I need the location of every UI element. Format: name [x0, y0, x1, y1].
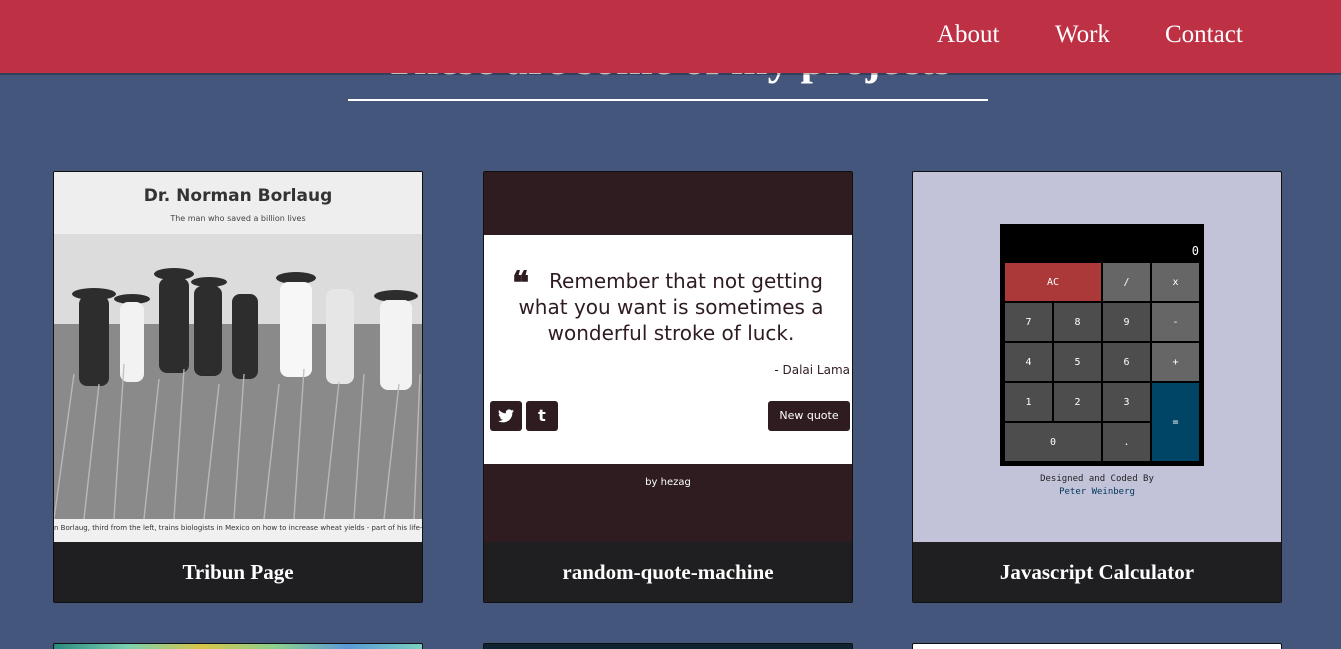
calc-key-9: 9: [1102, 302, 1151, 342]
calc-key-8: 8: [1053, 302, 1102, 342]
calc-key-decimal: .: [1102, 422, 1151, 462]
quote-author: - Dalai Lama: [774, 363, 850, 377]
project-tile-next-2[interactable]: [483, 643, 853, 649]
field-photo-image: [54, 234, 422, 519]
calc-key-add: +: [1151, 342, 1200, 382]
calc-key-equals: =: [1151, 382, 1200, 462]
thumb-title: Dr. Norman Borlaug: [143, 186, 333, 206]
quote-box: ❝ Remember that not getting what you wan…: [484, 235, 852, 464]
twitter-icon: [498, 409, 514, 423]
calc-key-0: 0: [1004, 422, 1102, 462]
project-title: Tribun Page: [54, 542, 422, 602]
thumb-caption: n Borlaug, third from the left, trains b…: [54, 524, 422, 532]
top-navbar: About Work Contact: [0, 0, 1341, 73]
calculator-credit: Designed and Coded By Peter Weinberg: [913, 473, 1281, 499]
project-tile-quote-machine[interactable]: ❝ Remember that not getting what you wan…: [483, 171, 853, 603]
calc-key-4: 4: [1004, 342, 1053, 382]
calc-key-subtract: -: [1151, 302, 1200, 342]
calc-key-1: 1: [1004, 382, 1053, 422]
project-tile-next-1[interactable]: [53, 643, 423, 649]
calc-key-2: 2: [1053, 382, 1102, 422]
calc-key-multiply: x: [1151, 262, 1200, 302]
calc-key-clear: AC: [1004, 262, 1102, 302]
thumb-byline: by hezag: [645, 477, 691, 488]
calc-key-divide: /: [1102, 262, 1151, 302]
credit-author: Peter Weinberg: [1059, 487, 1135, 497]
thumb-header: Dr. Norman Borlaug The man who saved a b…: [54, 172, 422, 234]
project-thumbnail: ❝ Remember that not getting what you wan…: [484, 172, 852, 542]
tumblr-icon: t: [538, 406, 546, 425]
project-title: Javascript Calculator: [913, 542, 1281, 602]
calculator-display: 0: [1191, 244, 1199, 258]
thumb-subtitle: The man who saved a billion lives: [170, 214, 306, 223]
project-title: random-quote-machine: [484, 542, 852, 602]
quote-text: Remember that not getting what you want …: [518, 269, 824, 345]
new-quote-button: New quote: [768, 401, 850, 431]
calc-key-5: 5: [1053, 342, 1102, 382]
calculator-widget: 0 AC / x 7 8 9 - 4 5 6 + 1 2 3 = 0 .: [1000, 224, 1204, 466]
quote-text-wrap: Remember that not getting what you want …: [506, 268, 836, 346]
project-thumbnail: 0 AC / x 7 8 9 - 4 5 6 + 1 2 3 = 0 . Des…: [913, 172, 1281, 542]
calc-key-6: 6: [1102, 342, 1151, 382]
project-tile-tribute[interactable]: Dr. Norman Borlaug The man who saved a b…: [53, 171, 423, 603]
project-tile-calculator[interactable]: 0 AC / x 7 8 9 - 4 5 6 + 1 2 3 = 0 . Des…: [912, 171, 1282, 603]
thumb-photo: [54, 234, 422, 519]
project-tile-next-3[interactable]: [912, 643, 1282, 649]
calc-key-3: 3: [1102, 382, 1151, 422]
nav-link-contact[interactable]: Contact: [1165, 0, 1243, 70]
credit-line: Designed and Coded By: [1040, 474, 1154, 484]
nav-link-work[interactable]: Work: [1055, 0, 1110, 70]
tweet-button: [490, 401, 522, 431]
calc-key-7: 7: [1004, 302, 1053, 342]
project-thumbnail: Dr. Norman Borlaug The man who saved a b…: [54, 172, 422, 542]
nav-link-about[interactable]: About: [937, 0, 1000, 70]
tumblr-button: t: [526, 401, 558, 431]
